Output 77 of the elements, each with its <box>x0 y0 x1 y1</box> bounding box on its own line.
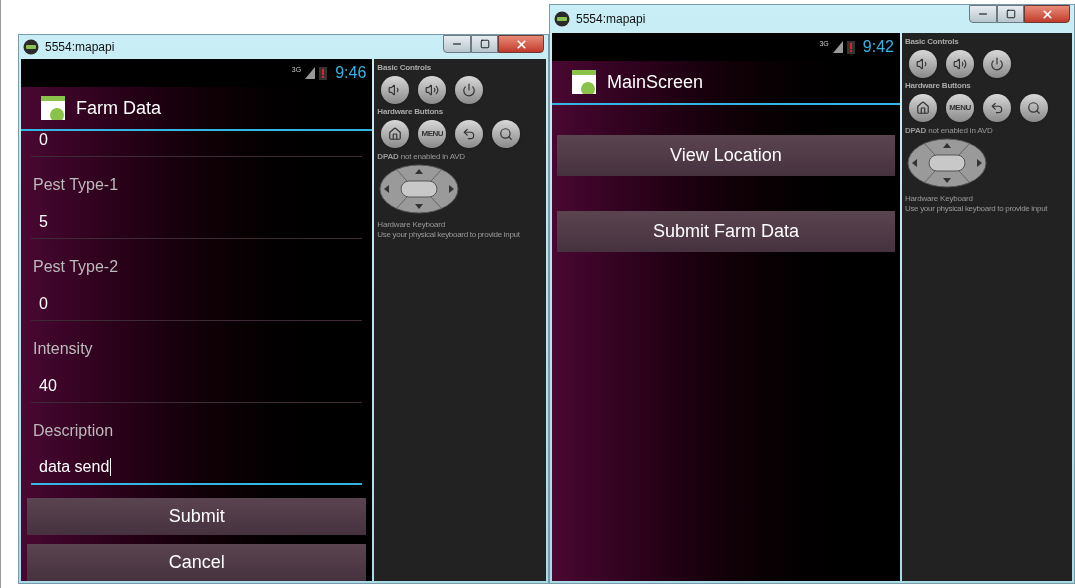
keyboard-title: Hardware Keyboard <box>377 220 447 230</box>
back-button[interactable] <box>455 120 484 148</box>
field-value: data send <box>39 457 110 477</box>
close-icon <box>514 37 528 51</box>
back-icon <box>989 101 1004 115</box>
maximize-button[interactable] <box>471 35 498 53</box>
text-cursor <box>110 458 112 476</box>
field-value: 40 <box>39 375 57 396</box>
dpad-note: DPAD not enabled in AVD <box>904 126 994 136</box>
close-button[interactable] <box>498 35 544 53</box>
menu-button[interactable]: MENU <box>945 94 974 122</box>
volume-down-button[interactable] <box>381 76 410 104</box>
volume-up-button[interactable] <box>418 76 447 104</box>
app-icon <box>41 96 65 120</box>
home-button[interactable] <box>908 94 937 122</box>
section-label: Hardware Buttons <box>904 81 972 91</box>
field-label: Pest Type-2 <box>32 257 120 277</box>
search-button[interactable] <box>492 120 521 148</box>
menu-screen-button[interactable]: View Location <box>557 135 895 176</box>
section-label: Hardware Buttons <box>377 107 445 117</box>
close-button[interactable] <box>1024 5 1070 23</box>
battery-alert-icon <box>319 66 328 80</box>
search-button[interactable] <box>1019 94 1048 122</box>
form-button[interactable]: Submit <box>27 498 367 535</box>
field-label: Intensity <box>32 339 94 359</box>
signal-icon <box>305 67 316 79</box>
field-value: 5 <box>39 211 48 232</box>
search-icon <box>499 127 514 141</box>
status-time: 9:46 <box>335 63 367 83</box>
home-icon <box>388 127 403 141</box>
dpad-note: DPAD not enabled in AVD <box>377 152 466 162</box>
power-icon <box>989 57 1004 71</box>
volume-down-button[interactable] <box>908 50 937 78</box>
power-icon <box>462 83 477 97</box>
menu-button[interactable]: MENU <box>418 120 447 148</box>
menu-screen-button[interactable]: Submit Farm Data <box>557 211 895 252</box>
maximize-icon <box>479 39 490 49</box>
power-button[interactable] <box>455 76 484 104</box>
volume-up-button[interactable] <box>945 50 974 78</box>
maximize-icon <box>1005 9 1016 19</box>
app-title: Farm Data <box>76 96 162 120</box>
volume-up-icon <box>425 83 440 97</box>
back-icon <box>462 127 477 141</box>
signal-icon <box>832 41 843 53</box>
volume-up-icon <box>952 57 967 71</box>
section-label: Basic Controls <box>904 37 960 47</box>
emulator-app-icon <box>23 39 39 55</box>
close-icon <box>1040 7 1054 21</box>
keyboard-note: Use your physical keyboard to provide input <box>377 230 521 240</box>
power-button[interactable] <box>982 50 1011 78</box>
app-icon <box>572 70 596 94</box>
field-label: Description <box>32 421 115 441</box>
section-label: Basic Controls <box>377 63 432 73</box>
form-button[interactable]: Cancel <box>27 544 367 581</box>
status-time: 9:42 <box>862 37 894 57</box>
home-icon <box>915 101 930 115</box>
minimize-button[interactable] <box>443 35 471 53</box>
field-label: Pest Type-1 <box>32 175 120 195</box>
text-field[interactable]: 0 <box>31 131 363 157</box>
maximize-button[interactable] <box>997 5 1024 23</box>
emulator-app-icon <box>554 11 570 27</box>
back-button[interactable] <box>982 94 1011 122</box>
window-title: 5554:mapapi <box>45 39 116 56</box>
text-field[interactable]: 0 <box>31 287 363 321</box>
minimize-button[interactable] <box>969 5 997 23</box>
field-value: 0 <box>39 131 48 150</box>
keyboard-note: Use your physical keyboard to provide input <box>904 204 1049 214</box>
text-field[interactable]: data send <box>31 451 363 485</box>
field-value: 0 <box>39 293 48 314</box>
app-title: MainScreen <box>607 70 704 94</box>
text-field[interactable]: 5 <box>31 205 363 239</box>
keyboard-title: Hardware Keyboard <box>904 194 974 204</box>
text-field[interactable]: 40 <box>31 369 363 403</box>
home-button[interactable] <box>381 120 410 148</box>
search-icon <box>1026 101 1041 115</box>
window-title: 5554:mapapi <box>576 11 647 28</box>
battery-alert-icon <box>846 40 855 54</box>
